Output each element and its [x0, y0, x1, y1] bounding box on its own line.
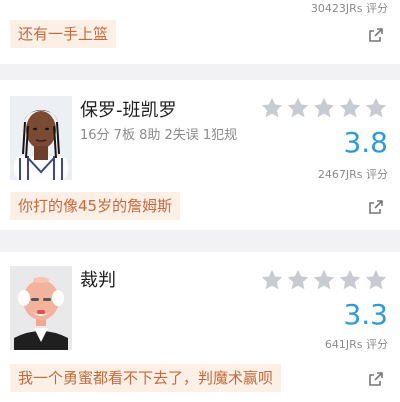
star-icon[interactable]: [364, 96, 388, 120]
star-icon[interactable]: [260, 268, 284, 292]
referee-avatar[interactable]: [10, 266, 72, 350]
star-icon[interactable]: [312, 268, 336, 292]
top-comment[interactable]: 我一个勇蜜都看不下去了，判魔术赢呗: [10, 364, 282, 392]
share-external-icon[interactable]: [368, 371, 384, 387]
average-score: 3.3: [343, 298, 388, 331]
star-rating[interactable]: [260, 268, 388, 292]
star-icon[interactable]: [338, 268, 362, 292]
rating-card-referee[interactable]: 裁判 3.3 641JRs 评分 我一个勇蜜都看不下去了，判魔术赢呗: [0, 252, 400, 402]
rating-count: 641JRs 评分: [324, 338, 388, 351]
player-stats: 16分 7板 8助 2失误 1犯规: [80, 128, 238, 143]
star-icon[interactable]: [260, 96, 284, 120]
top-comment[interactable]: 还有一手上篮: [10, 20, 117, 48]
share-external-icon[interactable]: [368, 27, 384, 43]
share-external-icon[interactable]: [368, 199, 384, 215]
star-rating[interactable]: [260, 96, 388, 120]
rating-count: 2467JRs 评分: [317, 168, 388, 181]
average-score: 3.8: [343, 126, 388, 159]
player-avatar[interactable]: [10, 96, 72, 180]
star-icon[interactable]: [312, 96, 336, 120]
star-icon[interactable]: [286, 96, 310, 120]
top-comment[interactable]: 你打的像45岁的詹姆斯: [10, 192, 181, 220]
star-icon[interactable]: [338, 96, 362, 120]
rating-card-player[interactable]: 保罗-班凯罗 16分 7板 8助 2失误 1犯规 3.8 2467JRs 评分 …: [0, 80, 400, 230]
star-icon[interactable]: [364, 268, 388, 292]
referee-name[interactable]: 裁判: [80, 266, 116, 292]
rating-count: 30423JRs 评分: [310, 2, 388, 15]
rating-card-previous: 30423JRs 评分 还有一手上篮: [0, 0, 400, 64]
player-name[interactable]: 保罗-班凯罗: [80, 96, 177, 122]
star-icon[interactable]: [286, 268, 310, 292]
